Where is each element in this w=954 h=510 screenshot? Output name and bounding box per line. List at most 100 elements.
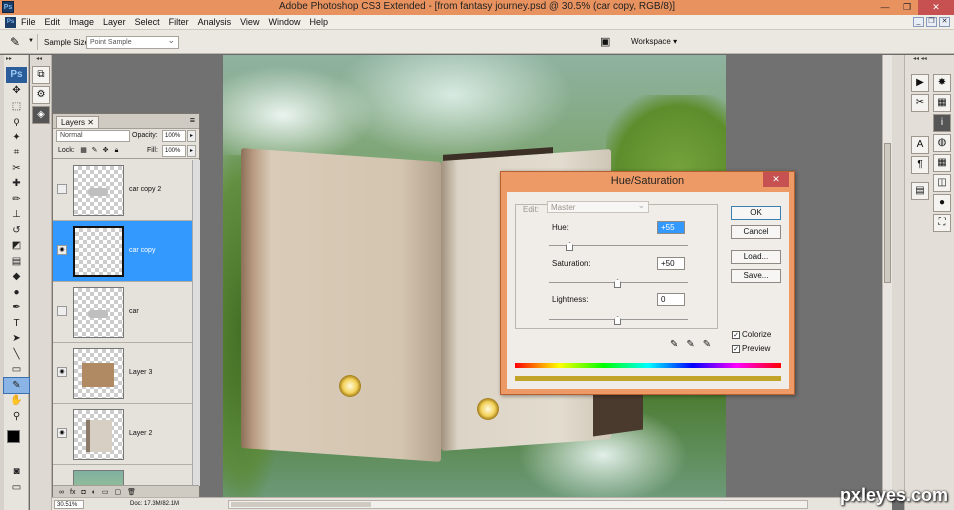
layers-scrollbar[interactable] [192,160,200,486]
menu-help[interactable]: Help [309,17,328,27]
fill-slider-toggle[interactable]: ▸ [187,145,196,157]
ps-menu-icon[interactable]: Ps [5,17,16,28]
eye-icon[interactable]: ◉ [57,428,67,438]
cancel-button[interactable]: Cancel [731,225,781,239]
zoom-tool-icon[interactable]: ⚲ [4,409,29,425]
eyedropper-minus-icon[interactable]: ✎ [703,339,711,350]
close-button[interactable]: ✕ [918,0,954,15]
layer-row[interactable]: car [53,282,199,343]
marquee-tool-icon[interactable]: ⬚ [4,99,29,115]
blend-mode-select[interactable]: Normal [56,130,130,142]
quick-select-tool-icon[interactable]: ✦ [4,130,29,146]
colorize-checkbox[interactable]: ✓ Colorize [732,330,771,339]
preview-checkbox[interactable]: ✓ Preview [732,344,770,353]
notes-tool-icon[interactable]: ▭ [4,362,29,378]
tools-panel-icon[interactable]: ✂ [911,94,929,112]
expand-arrows-icon[interactable]: ◂◂ ◂◂ [905,55,954,64]
doc-restore-button[interactable]: ❐ [926,17,937,27]
menu-edit[interactable]: Edit [45,17,61,27]
collapse-arrows-icon[interactable]: ▸▸ [4,55,28,64]
zoom-level-input[interactable]: 30.51% [54,500,84,509]
horizontal-scrollbar[interactable] [228,500,808,509]
saturation-input[interactable]: +50 [657,257,685,270]
minimize-button[interactable]: — [874,0,896,15]
scrollbar-thumb[interactable] [884,143,891,283]
character-panel-icon[interactable]: A [911,136,929,154]
path-select-tool-icon[interactable]: ➤ [4,331,29,347]
layer-row[interactable]: ◉ Layer 2 [53,404,199,465]
lock-position-icon[interactable]: ✥ [101,146,110,155]
doc-minimize-button[interactable]: _ [913,17,924,27]
screen-mode-icon[interactable]: ▭ [4,480,29,496]
panel-menu-icon[interactable]: ≡ [190,115,195,125]
restore-button[interactable]: ❐ [896,0,918,15]
layer-row[interactable] [53,465,199,486]
paragraph-panel-icon[interactable]: ¶ [911,156,929,174]
camera-icon[interactable]: ▣ [600,35,618,49]
dodge-tool-icon[interactable]: ● [4,285,29,301]
menu-window[interactable]: Window [268,17,300,27]
color-panel-icon[interactable]: ✸ [933,74,951,92]
layers-panel-icon[interactable]: ◈ [32,106,50,124]
eye-icon[interactable]: ◉ [57,367,67,377]
stamp-tool-icon[interactable]: ⊥ [4,207,29,223]
opacity-slider-toggle[interactable]: ▸ [187,130,196,142]
menu-view[interactable]: View [240,17,259,27]
lasso-tool-icon[interactable]: ϙ [4,114,29,130]
blur-tool-icon[interactable]: ◆ [4,269,29,285]
transform-panel-icon[interactable]: ⛶ [933,214,951,232]
menu-analysis[interactable]: Analysis [198,17,232,27]
move-tool-icon[interactable]: ✥ [4,83,29,99]
quick-mask-icon[interactable]: ◙ [4,464,29,480]
vertical-scrollbar[interactable] [882,55,892,497]
tab-layers[interactable]: Layers ✕ [56,116,99,128]
styles-panel-icon[interactable]: ● [933,194,951,212]
lightness-input[interactable]: 0 [657,293,685,306]
eye-icon[interactable]: ◉ [57,245,67,255]
menu-select[interactable]: Select [135,17,160,27]
tool-preset-dropdown-icon[interactable]: ▼ [28,38,34,44]
shape-tool-icon[interactable]: ╲ [4,347,29,363]
layer-row[interactable]: car copy 2 [53,160,199,221]
opacity-input[interactable]: 100% [162,130,186,142]
eyedropper-tool-icon-active[interactable]: ✎ [3,376,30,394]
menu-image[interactable]: Image [69,17,94,27]
dialog-close-button[interactable]: ✕ [763,172,789,187]
menu-filter[interactable]: Filter [169,17,189,27]
menu-file[interactable]: File [21,17,36,27]
fill-input[interactable]: 100% [162,145,186,157]
swatches-panel-icon[interactable]: ▦ [933,94,951,112]
paths-panel-icon[interactable]: ◫ [933,174,951,192]
notes-panel-icon[interactable]: ▤ [911,182,929,200]
lock-all-icon[interactable]: 🔒︎ [112,146,121,155]
load-button[interactable]: Load... [731,250,781,264]
sample-size-select[interactable]: Point Sample [86,35,179,49]
hand-tool-icon[interactable]: ✋ [4,393,29,409]
eyedropper-plus-icon[interactable]: ✎ [686,339,694,350]
info-panel-icon[interactable]: i [933,114,951,132]
lock-transparent-icon[interactable]: ▦ [79,146,88,155]
layer-row-selected[interactable]: ◉ car copy [53,221,199,282]
menu-layer[interactable]: Layer [103,17,126,27]
eraser-tool-icon[interactable]: ◩ [4,238,29,254]
foreground-color-swatch[interactable] [7,430,20,443]
eyedropper-tool-icon[interactable]: ✎ [10,35,24,49]
visibility-toggle[interactable] [57,306,67,316]
type-tool-icon[interactable]: T [4,316,29,332]
layer-row[interactable]: ◉ Layer 3 [53,343,199,404]
hue-input[interactable]: +55 [657,221,685,234]
channels-panel-icon[interactable]: ▦ [933,154,951,172]
brush-tool-icon[interactable]: ✏ [4,192,29,208]
workspace-menu[interactable]: Workspace ▾ [631,37,677,46]
doc-close-button[interactable]: ✕ [939,17,950,27]
scrollbar-thumb[interactable] [231,502,371,507]
actions-panel-icon[interactable]: ⚙ [32,86,50,104]
gradient-tool-icon[interactable]: ▤ [4,254,29,270]
history-panel-icon[interactable]: ⧉ [32,66,50,84]
crop-tool-icon[interactable]: ⌗ [4,145,29,161]
history-brush-tool-icon[interactable]: ↺ [4,223,29,239]
ok-button[interactable]: OK [731,206,781,220]
brushes-panel-icon[interactable]: ◍ [933,134,951,152]
navigator-panel-icon[interactable]: ▶ [911,74,929,92]
eyedropper-icon[interactable]: ✎ [670,339,678,350]
